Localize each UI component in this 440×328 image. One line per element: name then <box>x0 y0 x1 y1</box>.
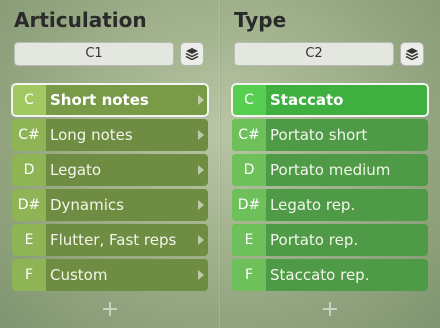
type-item-staccato[interactable]: C Staccato <box>231 83 429 117</box>
key-badge: D <box>12 154 46 186</box>
type-title: Type <box>234 8 287 32</box>
key-badge: E <box>12 224 46 256</box>
item-label: Short notes <box>50 91 149 109</box>
layers-icon <box>185 48 199 61</box>
type-item-legato-rep[interactable]: D# Legato rep. <box>232 189 428 221</box>
chevron-right-icon[interactable] <box>198 235 204 245</box>
type-layers-button[interactable] <box>400 42 424 66</box>
articulation-item-custom[interactable]: F Custom <box>12 259 208 291</box>
articulation-panel: Articulation C1 C Short notes C# Long no… <box>11 0 218 328</box>
add-type-button[interactable]: + <box>232 296 428 324</box>
articulation-item-dynamics[interactable]: D# Dynamics <box>12 189 208 221</box>
layers-icon <box>405 48 419 61</box>
item-label: Staccato <box>270 91 344 109</box>
type-panel: Type C2 C Staccato C# Portato short D Po… <box>231 0 438 328</box>
chevron-right-icon[interactable] <box>198 165 204 175</box>
item-label: Portato medium <box>270 161 391 179</box>
item-label: Staccato rep. <box>270 266 370 284</box>
item-label: Long notes <box>50 126 133 144</box>
item-label: Dynamics <box>50 196 124 214</box>
add-articulation-button[interactable]: + <box>12 296 208 324</box>
type-list: C Staccato C# Portato short D Portato me… <box>231 83 429 294</box>
chevron-right-icon[interactable] <box>198 95 204 105</box>
articulation-item-legato[interactable]: D Legato <box>12 154 208 186</box>
articulation-item-short-notes[interactable]: C Short notes <box>11 83 209 117</box>
type-key-field[interactable]: C2 <box>234 42 394 66</box>
type-item-portato-medium[interactable]: D Portato medium <box>232 154 428 186</box>
chevron-right-icon[interactable] <box>198 270 204 280</box>
type-selector-row: C2 <box>234 42 438 68</box>
item-label: Legato rep. <box>270 196 356 214</box>
item-label: Portato short <box>270 126 368 144</box>
panel-divider <box>219 0 221 328</box>
key-badge: F <box>232 259 266 291</box>
articulation-key-field[interactable]: C1 <box>14 42 174 66</box>
item-label: Custom <box>50 266 108 284</box>
item-label: Portato rep. <box>270 231 359 249</box>
item-label: Flutter, Fast reps <box>50 231 177 249</box>
articulation-selector-row: C1 <box>14 42 218 68</box>
key-badge: F <box>12 259 46 291</box>
key-badge: E <box>232 224 266 256</box>
articulation-item-long-notes[interactable]: C# Long notes <box>12 119 208 151</box>
key-badge: D# <box>12 189 46 221</box>
type-item-staccato-rep[interactable]: F Staccato rep. <box>232 259 428 291</box>
key-badge: C# <box>12 119 46 151</box>
articulation-title: Articulation <box>14 8 147 32</box>
key-badge: C# <box>232 119 266 151</box>
key-badge: C <box>232 84 266 116</box>
type-item-portato-short[interactable]: C# Portato short <box>232 119 428 151</box>
type-item-portato-rep[interactable]: E Portato rep. <box>232 224 428 256</box>
chevron-right-icon[interactable] <box>198 130 204 140</box>
articulation-item-flutter[interactable]: E Flutter, Fast reps <box>12 224 208 256</box>
articulation-layers-button[interactable] <box>180 42 204 66</box>
key-badge: C <box>12 84 46 116</box>
chevron-right-icon[interactable] <box>198 200 204 210</box>
key-badge: D <box>232 154 266 186</box>
articulation-list: C Short notes C# Long notes D Legato D# … <box>11 83 209 294</box>
item-label: Legato <box>50 161 102 179</box>
key-badge: D# <box>232 189 266 221</box>
